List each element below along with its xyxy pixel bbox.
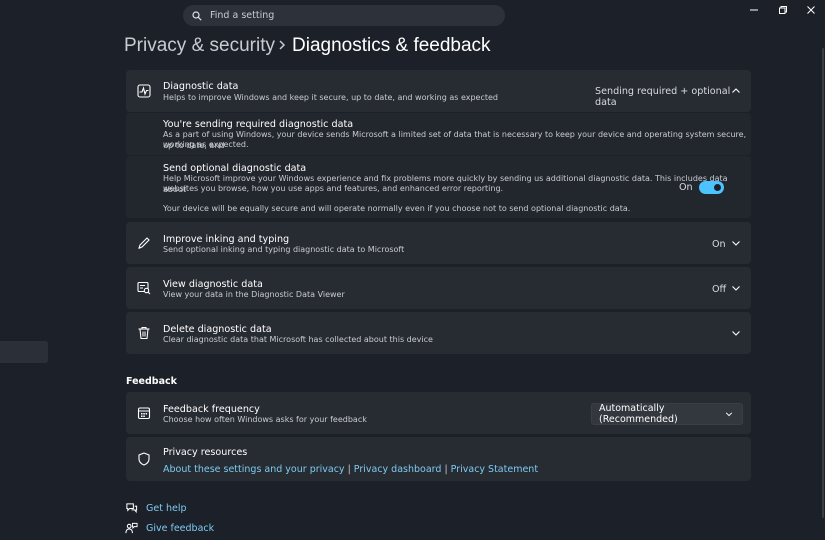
search-box[interactable]: Find a setting [183, 5, 505, 26]
sidebar-selected-item[interactable] [0, 341, 48, 363]
chevron-down-icon [725, 412, 733, 417]
required-data-panel: You're sending required diagnostic data … [126, 113, 751, 155]
feedback-frequency-subtitle: Choose how often Windows asks for your f… [163, 415, 367, 424]
inking-typing-row[interactable]: Improve inking and typing Send optional … [126, 222, 751, 264]
get-help-link-row[interactable]: Get help [125, 502, 187, 515]
calendar-icon [137, 407, 151, 420]
required-data-desc-1: As a part of using Windows, your device … [163, 130, 747, 150]
restore-icon [779, 6, 787, 14]
pulse-chart-icon [137, 84, 151, 98]
chevron-up-icon[interactable] [731, 86, 741, 96]
help-chat-icon [126, 503, 138, 514]
view-diagnostic-row[interactable]: View diagnostic data View your data in t… [126, 267, 751, 309]
optional-data-title: Send optional diagnostic data [163, 163, 307, 174]
inking-status: On [712, 239, 726, 250]
breadcrumb-privacy-security[interactable]: Privacy & security [124, 35, 275, 57]
feedback-section-heading: Feedback [126, 376, 177, 387]
feedback-person-icon [125, 522, 138, 534]
link-separator: | [444, 464, 448, 475]
chevron-down-icon[interactable] [731, 283, 741, 293]
minimize-button[interactable] [747, 3, 761, 17]
chevron-down-icon[interactable] [731, 238, 741, 248]
chevron-down-icon[interactable] [731, 328, 741, 338]
delete-diag-title: Delete diagnostic data [163, 324, 272, 335]
shield-icon [138, 452, 150, 466]
optional-data-panel: Send optional diagnostic data Help Micro… [126, 156, 751, 218]
breadcrumb-chevron-icon [279, 40, 286, 50]
minimize-icon [750, 9, 758, 11]
optional-data-toggle-label: On [679, 182, 693, 193]
toggle-knob [714, 184, 721, 191]
optional-data-toggle[interactable] [699, 181, 724, 194]
restore-button[interactable] [776, 3, 790, 17]
required-data-desc-2: working as expected. [163, 140, 249, 149]
view-diag-subtitle: View your data in the Diagnostic Data Vi… [163, 290, 345, 299]
delete-diagnostic-row[interactable]: Delete diagnostic data Clear diagnostic … [126, 312, 751, 354]
view-diag-title: View diagnostic data [163, 279, 263, 290]
diagnostic-data-header[interactable]: Diagnostic data Helps to improve Windows… [126, 70, 751, 112]
privacy-statement-link[interactable]: Privacy Statement [451, 464, 538, 475]
diagnostic-data-status: Sending required + optional data [595, 86, 731, 108]
required-data-title: You're sending required diagnostic data [163, 119, 354, 130]
view-diag-status: Off [712, 284, 727, 295]
search-input[interactable]: Find a setting [210, 10, 274, 21]
inking-subtitle: Send optional inking and typing diagnost… [163, 245, 405, 254]
scrollbar[interactable] [822, 48, 824, 518]
feedback-frequency-dropdown[interactable]: Automatically (Recommended) [591, 403, 743, 425]
page-title: Diagnostics & feedback [292, 35, 491, 56]
pen-icon [138, 237, 150, 249]
delete-diag-subtitle: Clear diagnostic data that Microsoft has… [163, 335, 433, 344]
give-feedback-link-row[interactable]: Give feedback [125, 522, 214, 535]
diagnostic-viewer-icon [137, 281, 151, 295]
link-separator: | [347, 464, 351, 475]
search-icon [192, 10, 202, 21]
privacy-resources-card: Privacy resources About these settings a… [126, 437, 751, 481]
optional-data-note: Your device will be equally secure and w… [163, 204, 631, 213]
optional-data-desc-2: websites you browse, how you use apps an… [163, 184, 504, 193]
feedback-frequency-value: Automatically (Recommended) [599, 403, 678, 425]
give-feedback-link[interactable]: Give feedback [146, 523, 214, 534]
diagnostic-data-title: Diagnostic data [163, 81, 239, 92]
privacy-resources-title: Privacy resources [163, 447, 248, 458]
close-icon [807, 6, 815, 14]
diagnostic-data-subtitle: Helps to improve Windows and keep it sec… [163, 93, 498, 102]
get-help-link[interactable]: Get help [146, 503, 187, 514]
trash-icon [138, 326, 150, 340]
privacy-links: About these settings and your privacy | Pr… [163, 461, 538, 475]
privacy-dashboard-link[interactable]: Privacy dashboard [354, 464, 442, 475]
feedback-frequency-title: Feedback frequency [163, 404, 260, 415]
inking-title: Improve inking and typing [163, 234, 290, 245]
about-settings-privacy-link[interactable]: About these settings and your privacy [163, 464, 345, 475]
close-button[interactable] [804, 3, 818, 17]
